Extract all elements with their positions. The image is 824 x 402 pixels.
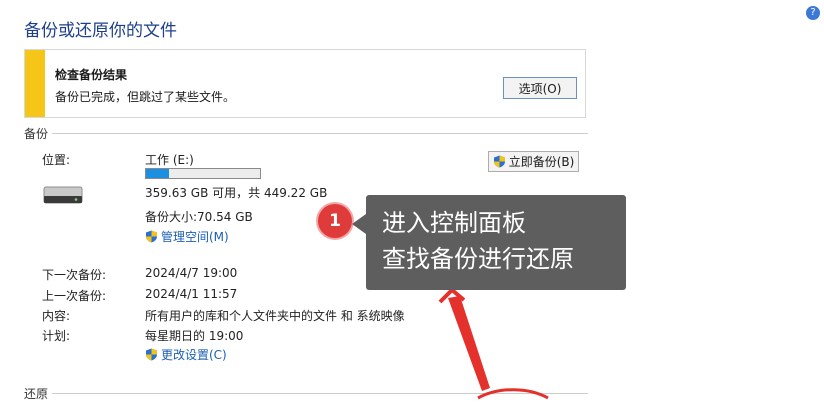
change-settings-label: 更改设置(C): [161, 348, 227, 362]
restore-section-label: 还原: [24, 387, 49, 401]
drive-usage-bar: [145, 168, 261, 179]
step-badge: 1: [318, 204, 352, 238]
warning-message: 备份已完成，但跳过了某些文件。: [55, 90, 236, 104]
callout-line-2: 查找备份进行还原: [382, 245, 574, 273]
next-backup-label: 下一次备份:: [42, 268, 107, 282]
warning-box: 检查备份结果 备份已完成，但跳过了某些文件。 选项(O): [24, 49, 586, 118]
callout-notch: [352, 214, 366, 234]
shield-icon: [146, 230, 157, 243]
backup-section-divider: [52, 133, 588, 134]
last-backup-value: 2024/4/1 11:57: [145, 287, 238, 301]
backup-section-label: 备份: [24, 127, 49, 141]
backup-now-label: 立即备份(B): [508, 155, 575, 169]
backup-size-text: 备份大小:70.54 GB: [145, 210, 253, 224]
change-settings-link[interactable]: 更改设置(C): [145, 346, 227, 363]
drive-icon: [43, 186, 83, 204]
schedule-value: 每星期日的 19:00: [145, 329, 244, 343]
contents-label: 内容:: [42, 309, 71, 323]
options-button[interactable]: 选项(O): [503, 77, 577, 99]
question-icon[interactable]: ?: [806, 6, 820, 20]
shield-icon: [493, 155, 505, 168]
drive-usage-fill: [146, 169, 169, 178]
warning-title: 检查备份结果: [55, 68, 128, 82]
next-backup-value: 2024/4/7 19:00: [145, 266, 238, 280]
location-label: 位置:: [42, 153, 71, 167]
warning-strip: [25, 50, 45, 117]
callout-box: 进入控制面板 查找备份进行还原: [366, 195, 626, 290]
arrow-icon: [438, 290, 549, 400]
shield-icon: [146, 348, 157, 361]
backup-now-button[interactable]: 立即备份(B): [488, 151, 579, 172]
contents-value: 所有用户的库和个人文件夹中的文件 和 系统映像: [145, 309, 405, 323]
last-backup-label: 上一次备份:: [42, 289, 107, 303]
page-title: 备份或还原你的文件: [24, 21, 177, 41]
manage-space-label: 管理空间(M): [161, 230, 229, 244]
drive-name: 工作 (E:): [145, 153, 194, 167]
manage-space-link[interactable]: 管理空间(M): [145, 228, 229, 245]
schedule-label: 计划:: [42, 329, 71, 343]
free-space-text: 359.63 GB 可用，共 449.22 GB: [145, 186, 328, 200]
callout-line-1: 进入控制面板: [382, 209, 526, 237]
